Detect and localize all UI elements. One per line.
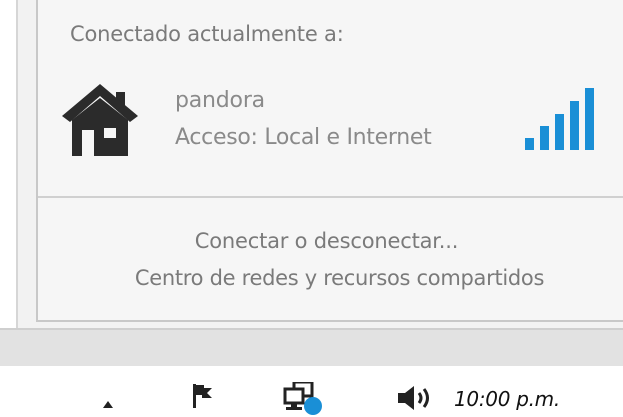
volume-icon[interactable]	[398, 386, 438, 410]
signal-bar-5	[585, 88, 594, 150]
connected-label: Conectado actualmente a:	[70, 22, 344, 46]
show-hidden-icons-arrow[interactable]	[103, 401, 113, 408]
signal-strength-icon	[525, 88, 594, 150]
house-icon	[62, 84, 138, 156]
network-flyout-screen: Conectado actualmente a: pandora Acceso:…	[0, 0, 623, 417]
network-sharing-center-link[interactable]: Centro de redes y recursos compartidos	[0, 266, 623, 290]
signal-bar-1	[525, 138, 534, 150]
signal-bar-3	[555, 114, 564, 150]
taskbar-gap	[0, 330, 623, 366]
network-icon[interactable]	[282, 382, 328, 416]
taskbar-clock[interactable]: 10:00 p.m.	[454, 387, 560, 411]
signal-bar-4	[570, 101, 579, 150]
connect-disconnect-link[interactable]: Conectar o desconectar...	[0, 229, 623, 253]
action-center-flag-icon[interactable]	[192, 384, 214, 408]
network-access-status: Acceso: Local e Internet	[175, 125, 432, 150]
network-name[interactable]: pandora	[175, 88, 265, 113]
signal-bar-2	[540, 126, 549, 150]
section-divider	[38, 196, 623, 198]
